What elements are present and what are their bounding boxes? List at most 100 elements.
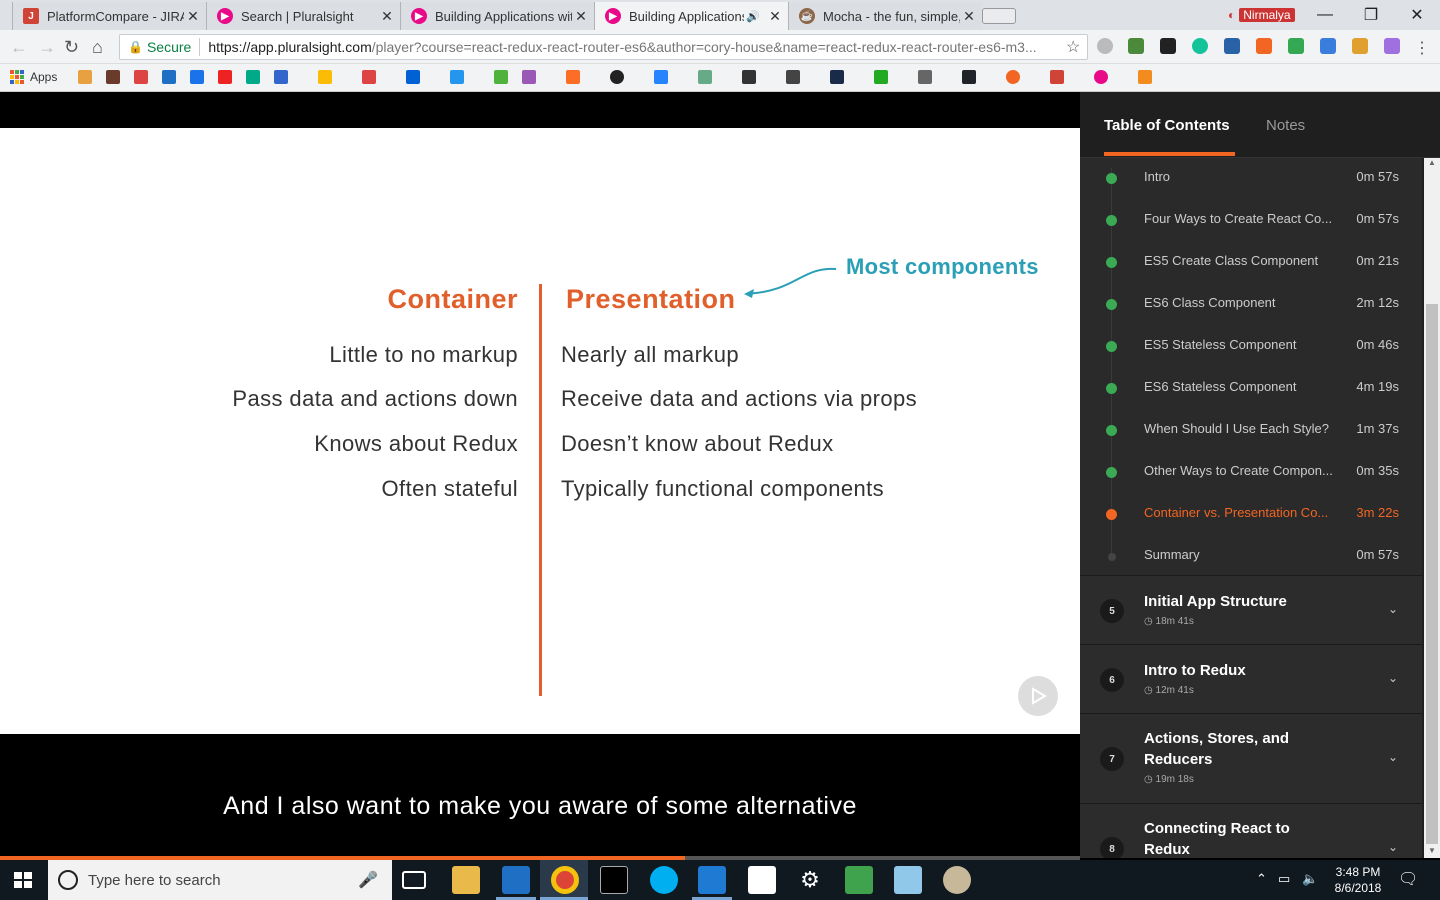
codepen-icon[interactable] [742, 70, 756, 84]
clip-item[interactable]: ES5 Create Class Component 0m 21s [1080, 242, 1422, 284]
skype-icon[interactable] [650, 866, 678, 894]
video-player[interactable]: Container Presentation Most components L… [0, 92, 1080, 858]
browser-tab-active[interactable]: ▶ Building Applications 🔊 ✕ [594, 2, 788, 30]
hangouts-icon[interactable] [246, 70, 260, 84]
scrollbar[interactable]: ▲ ▼ [1424, 158, 1440, 858]
github-icon[interactable] [610, 70, 624, 84]
chevron-down-icon[interactable]: ⌄ [1388, 602, 1398, 616]
back-icon[interactable]: ← [10, 37, 28, 58]
microphone-icon[interactable]: 🎤 [358, 870, 378, 890]
restore-button[interactable]: ❐ [1348, 0, 1394, 30]
gitlab-icon[interactable] [566, 70, 580, 84]
codepen-icon[interactable] [786, 70, 800, 84]
close-icon[interactable]: ✕ [766, 8, 784, 25]
bookmark-icon[interactable] [1138, 70, 1152, 84]
box-icon[interactable] [406, 70, 420, 84]
hashnode-icon[interactable] [830, 70, 844, 84]
reload-icon[interactable]: ↻ [64, 37, 79, 58]
speaker-icon[interactable]: 🔊 [744, 10, 762, 23]
module-item[interactable]: 7 Actions, Stores, and Reducers ◷ 19m 18… [1080, 713, 1422, 803]
grammarly-icon[interactable] [1192, 38, 1208, 54]
close-icon[interactable]: ✕ [184, 8, 202, 25]
extension-icon[interactable] [1160, 38, 1176, 54]
pluralsight-icon[interactable] [1094, 70, 1108, 84]
file-explorer-icon[interactable] [452, 866, 480, 894]
clip-item[interactable]: When Should I Use Each Style? 1m 37s [1080, 410, 1422, 452]
notifications-icon[interactable]: 🗨 [1398, 869, 1418, 889]
bitbucket-icon[interactable] [654, 70, 668, 84]
extension-icon[interactable] [1224, 38, 1240, 54]
bookmark-icon[interactable] [698, 70, 712, 84]
star-bookmark-icon[interactable] [274, 70, 288, 84]
chevron-down-icon[interactable]: ⌄ [1388, 671, 1398, 685]
bookmark-icon[interactable] [106, 70, 120, 84]
chevron-up-icon[interactable]: ⌃ [1256, 871, 1267, 887]
close-icon[interactable]: ✕ [960, 8, 978, 25]
gmail-icon[interactable] [362, 70, 376, 84]
clip-item[interactable]: ES6 Class Component 2m 12s [1080, 284, 1422, 326]
mocha-icon[interactable] [943, 866, 971, 894]
gmail-icon[interactable] [134, 70, 148, 84]
scrollbar-thumb[interactable] [1426, 304, 1438, 844]
windows-start-icon[interactable] [14, 872, 32, 888]
clip-item[interactable]: Intro 0m 57s [1080, 158, 1422, 200]
chrome-icon[interactable] [551, 866, 579, 894]
clip-item[interactable]: Other Ways to Create Compon... 0m 35s [1080, 452, 1422, 494]
bookmark-star-icon[interactable]: ☆ [1066, 37, 1080, 57]
clip-item[interactable]: Summary 0m 57s [1080, 536, 1422, 578]
mongodb-icon[interactable] [494, 70, 508, 84]
extension-icon[interactable] [1128, 38, 1144, 54]
profile-button[interactable]: ◐ Nirmalya [1228, 8, 1295, 22]
outlook-icon[interactable] [502, 866, 530, 894]
home-icon[interactable]: ⌂ [92, 37, 103, 58]
module-item[interactable]: 6 Intro to Redux ◷ 12m 41s ⌄ [1080, 644, 1422, 713]
close-icon[interactable]: ✕ [572, 8, 590, 25]
outlook-icon[interactable] [162, 70, 176, 84]
terminal-icon[interactable] [600, 866, 628, 894]
network-icon[interactable]: ▭ [1278, 871, 1290, 887]
menu-icon[interactable]: ⋮ [1414, 38, 1430, 58]
json-icon[interactable] [918, 70, 932, 84]
bookmark-icon[interactable] [874, 70, 888, 84]
extension-icon[interactable] [1097, 38, 1113, 54]
vscode-icon[interactable] [698, 866, 726, 894]
settings-icon[interactable]: ⚙ [796, 866, 824, 894]
extension-icon[interactable] [1352, 38, 1368, 54]
apps-bookmark[interactable]: Apps [10, 70, 57, 84]
system-clock[interactable]: 3:48 PM 8/6/2018 [1330, 864, 1386, 896]
scroll-up-icon[interactable]: ▲ [1428, 158, 1436, 167]
pluralsight-play-icon[interactable] [1018, 676, 1058, 716]
docker-icon[interactable] [450, 70, 464, 84]
minimize-button[interactable]: — [1302, 0, 1348, 30]
new-tab-button[interactable] [982, 8, 1016, 24]
jira-icon[interactable] [1050, 70, 1064, 84]
bookmark-icon[interactable] [78, 70, 92, 84]
heroku-icon[interactable] [522, 70, 536, 84]
extension-icon[interactable] [1320, 38, 1336, 54]
close-window-button[interactable]: ✕ [1394, 0, 1440, 30]
address-bar[interactable]: 🔒 Secure https://app.pluralsight.com /pl… [119, 34, 1088, 60]
onedrive-icon[interactable] [190, 70, 204, 84]
browser-tab[interactable]: J PlatformCompare - JIRA ✕ [12, 2, 206, 30]
browser-tab[interactable]: ▶ Building Applications wit ✕ [400, 2, 594, 30]
scroll-down-icon[interactable]: ▼ [1428, 846, 1436, 855]
tab-table-of-contents[interactable]: Table of Contents [1104, 117, 1230, 134]
module-item[interactable]: 5 Initial App Structure ◷ 18m 41s ⌄ [1080, 575, 1422, 644]
youtube-icon[interactable] [218, 70, 232, 84]
module-item[interactable]: 8 Connecting React to Redux ⌄ [1080, 803, 1422, 858]
browser-tab[interactable]: ☕ Mocha - the fun, simple, ✕ [788, 2, 982, 30]
drive-icon[interactable] [318, 70, 332, 84]
chevron-down-icon[interactable]: ⌄ [1388, 750, 1398, 764]
clip-item[interactable]: Container vs. Presentation Co... 3m 22s [1080, 494, 1422, 536]
chevron-down-icon[interactable]: ⌄ [1388, 840, 1398, 854]
app-icon[interactable] [894, 866, 922, 894]
taskbar-search[interactable]: Type here to search 🎤 [48, 860, 392, 900]
volume-icon[interactable]: 🔈 [1302, 871, 1318, 887]
extension-icon[interactable] [1384, 38, 1400, 54]
browser-tab[interactable]: ▶ Search | Pluralsight ✕ [206, 2, 400, 30]
clip-item[interactable]: Four Ways to Create React Co... 0m 57s [1080, 200, 1422, 242]
task-view-icon[interactable] [402, 871, 426, 889]
app-icon[interactable] [845, 866, 873, 894]
forward-icon[interactable]: → [38, 37, 56, 58]
drive-icon[interactable] [1288, 38, 1304, 54]
